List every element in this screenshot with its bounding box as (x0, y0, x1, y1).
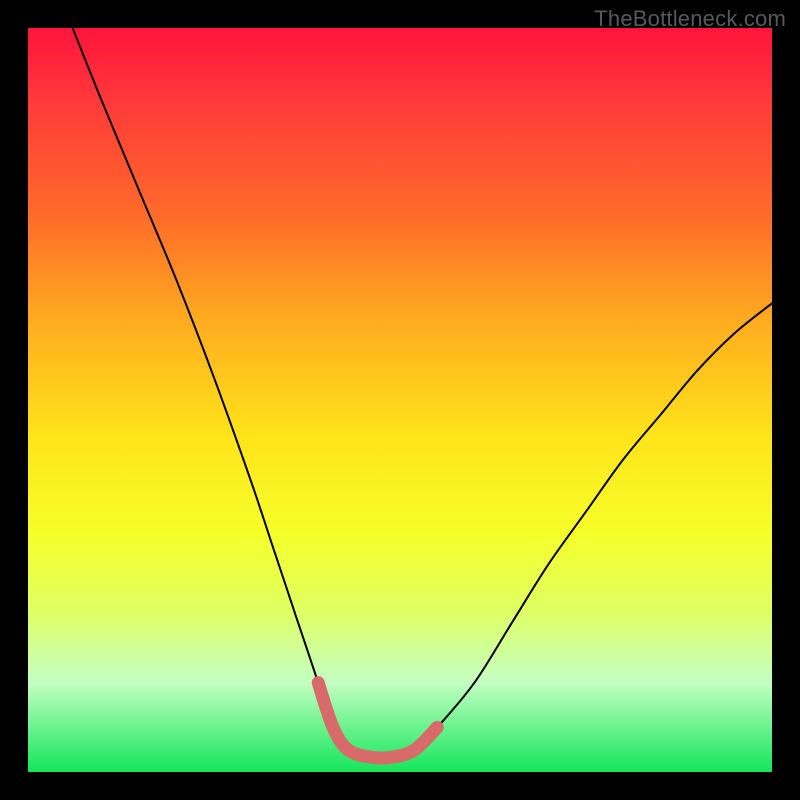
bottleneck-curve (73, 28, 772, 758)
watermark-text: TheBottleneck.com (594, 6, 786, 32)
trough-highlight (318, 683, 437, 758)
chart-plot-area (28, 28, 772, 772)
chart-frame: TheBottleneck.com (0, 0, 800, 800)
chart-svg (28, 28, 772, 772)
